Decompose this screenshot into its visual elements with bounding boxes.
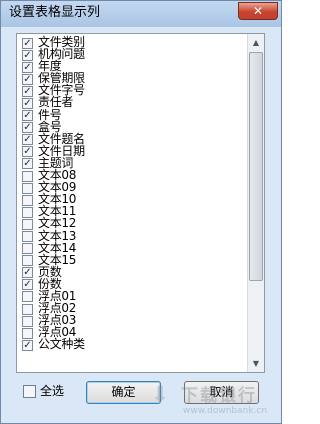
column-rows: ✓ 文件类别 ✓ 机构问题 ✓ 年度 ✓ 保管期限 ✓ 文件字号 ✓ 责任者 ✓ 件号 ✓ 盒号 ✓ 文件题名 ✓ 文… xyxy=(17,36,246,352)
column-checkbox[interactable]: ✓ xyxy=(22,49,33,61)
column-checkbox[interactable]: ✓ xyxy=(22,110,33,122)
column-checkbox[interactable]: ✓ xyxy=(22,146,33,158)
title-bar[interactable]: 设置表格显示列 ✕ xyxy=(1,1,281,27)
column-checkbox[interactable] xyxy=(22,206,33,218)
column-checkbox[interactable] xyxy=(22,255,33,267)
dialog-title: 设置表格显示列 xyxy=(9,5,101,20)
watermark-logo: ⬇ 下载银行 www.downbank.cn xyxy=(151,379,281,423)
column-checkbox[interactable]: ✓ xyxy=(22,339,33,351)
scroll-down-icon[interactable]: ▼ xyxy=(248,355,264,372)
ok-button[interactable]: 确定 xyxy=(86,381,161,404)
column-checkbox[interactable]: ✓ xyxy=(22,97,33,109)
column-checkbox[interactable] xyxy=(22,231,33,242)
watermark-brand: 下载银行 xyxy=(181,386,257,406)
column-checkbox[interactable] xyxy=(22,182,33,194)
scroll-up-icon[interactable]: ▲ xyxy=(248,34,264,51)
column-checkbox[interactable] xyxy=(22,170,33,182)
close-button[interactable]: ✕ xyxy=(238,2,278,20)
column-checkbox[interactable] xyxy=(22,218,33,230)
column-option[interactable]: ✓ 公文种类 xyxy=(17,337,246,352)
column-checkbox[interactable] xyxy=(22,243,33,255)
column-list[interactable]: ✓ 文件类别 ✓ 机构问题 ✓ 年度 ✓ 保管期限 ✓ 文件字号 ✓ 责任者 ✓ 件号 ✓ 盒号 ✓ 文件题名 ✓ 文… xyxy=(16,33,265,373)
column-checkbox[interactable]: ✓ xyxy=(22,158,33,170)
column-checkbox[interactable]: ✓ xyxy=(22,134,33,146)
column-checkbox[interactable] xyxy=(22,327,33,339)
download-arrow-icon: ⬇ xyxy=(151,383,170,408)
column-checkbox[interactable]: ✓ xyxy=(22,267,33,279)
watermark-url: www.downbank.cn xyxy=(183,406,268,416)
column-checkbox[interactable]: ✓ xyxy=(22,61,33,73)
column-checkbox[interactable]: ✓ xyxy=(22,73,33,85)
column-label: 公文种类 xyxy=(38,337,85,352)
column-checkbox[interactable]: ✓ xyxy=(22,85,33,97)
column-checkbox[interactable]: ✓ xyxy=(22,279,33,291)
column-checkbox[interactable] xyxy=(22,315,33,327)
column-checkbox[interactable] xyxy=(22,303,33,315)
column-settings-dialog: 设置表格显示列 ✕ ✓ 文件类别 ✓ 机构问题 ✓ 年度 ✓ 保管期限 ✓ 文件字号 ✓ 责任者 ✓ 件号… xyxy=(0,0,282,424)
column-checkbox[interactable]: ✓ xyxy=(22,122,33,134)
select-all-checkbox[interactable] xyxy=(23,385,36,398)
column-checkbox[interactable] xyxy=(22,291,33,303)
select-all-label: 全选 xyxy=(40,384,65,398)
vertical-scrollbar[interactable]: ▲ ▼ xyxy=(247,34,264,372)
column-checkbox[interactable] xyxy=(22,194,33,206)
scroll-thumb[interactable] xyxy=(249,52,263,281)
column-checkbox[interactable]: ✓ xyxy=(22,37,33,49)
